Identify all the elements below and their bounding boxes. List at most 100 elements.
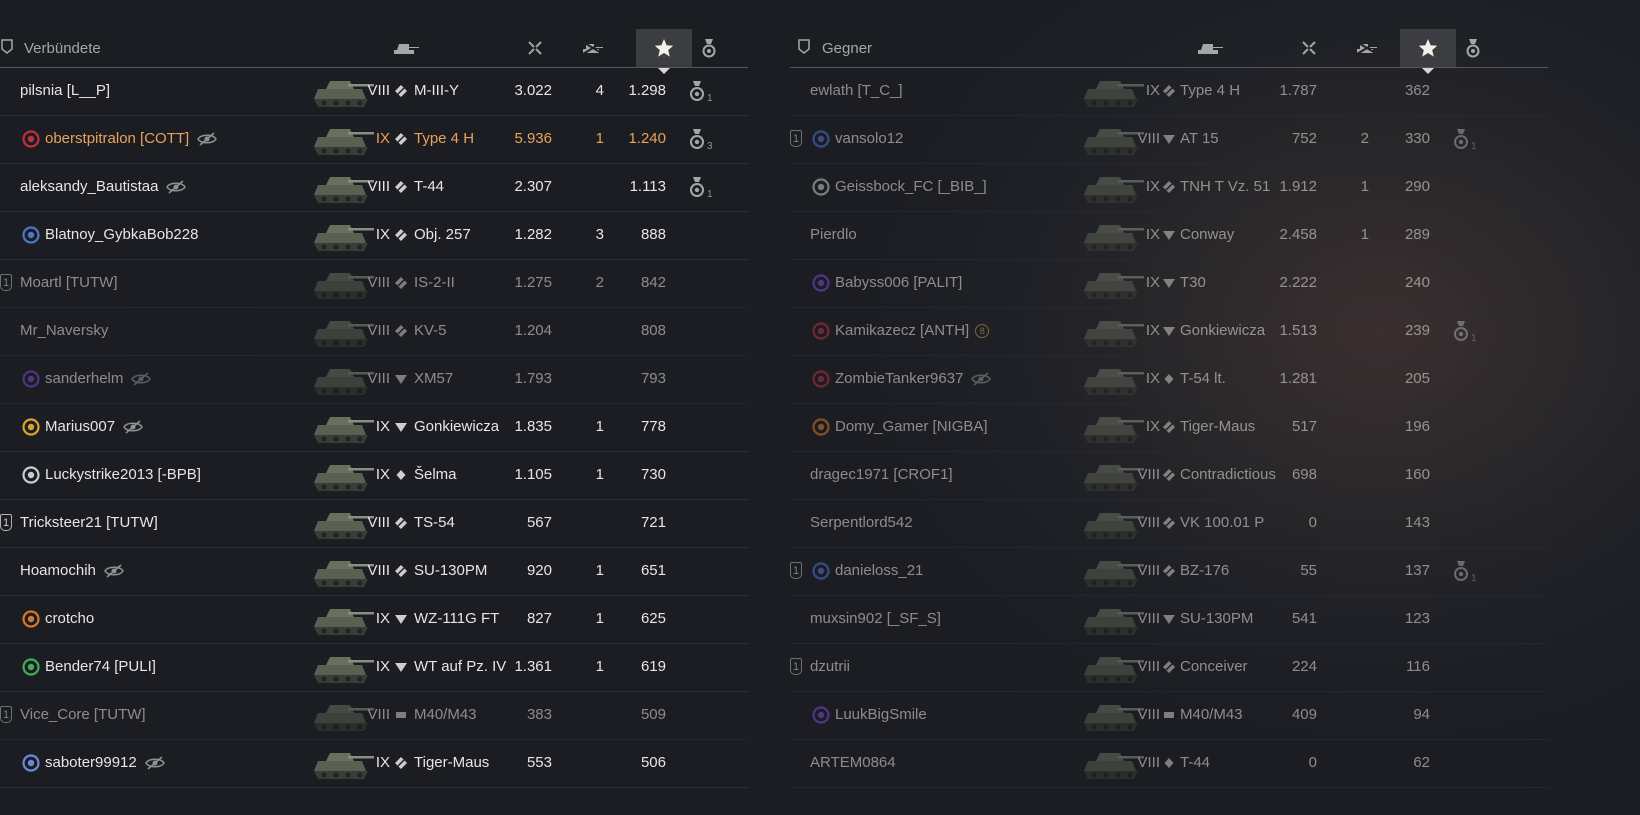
- table-row[interactable]: crotcho IX WZ-111G FT 827 1 625: [0, 596, 748, 644]
- table-row[interactable]: Kamikazecz [ANTH] 8 IX Gonkiewicza 1.513 239 1: [790, 308, 1548, 356]
- damage-value: 553: [526, 754, 552, 771]
- kills-value: 3: [595, 226, 604, 243]
- player-name[interactable]: Mr_Naversky: [20, 322, 108, 339]
- vehicle-column-icon[interactable]: [382, 29, 428, 67]
- player-name[interactable]: Tricksteer21 [TUTW]: [20, 514, 158, 531]
- player-name[interactable]: Pierdlo: [810, 226, 857, 243]
- player-name[interactable]: ZombieTanker9637: [835, 370, 992, 387]
- damage-column-icon[interactable]: [1296, 29, 1322, 67]
- table-row[interactable]: saboter99912 IX Tiger-Maus 553 506: [0, 740, 748, 788]
- player-name[interactable]: Babyss006 [PALIT]: [835, 274, 962, 291]
- player-name[interactable]: Serpentlord542: [810, 514, 913, 531]
- player-name[interactable]: sanderhelm: [45, 370, 152, 387]
- table-row[interactable]: ARTEM0864 VIII T-44 0 62: [790, 740, 1548, 788]
- table-row[interactable]: Luckystrike2013 [-BPB] IX Šelma 1.105 1 730: [0, 452, 748, 500]
- table-row[interactable]: Geissbock_FC [_BIB_] IX TNH T Vz. 51 1.912 1…: [790, 164, 1548, 212]
- medal-column-icon[interactable]: [1460, 29, 1486, 67]
- table-row[interactable]: aleksandy_Bautistaa VIII T-44 2.307 1.113 1: [0, 164, 748, 212]
- player-name[interactable]: muxsin902 [_SF_S]: [810, 610, 941, 627]
- xp-value: 62: [1413, 754, 1430, 771]
- table-row[interactable]: ZombieTanker9637 IX T-54 lt. 1.281 205: [790, 356, 1548, 404]
- table-row[interactable]: Pierdlo IX Conway 2.458 1 289: [790, 212, 1548, 260]
- player-name[interactable]: ewlath [T_C_]: [810, 82, 903, 99]
- damage-column-icon[interactable]: [522, 29, 548, 67]
- table-row[interactable]: Blatnoy_GybkaBob228 IX Obj. 257 1.282 3 888: [0, 212, 748, 260]
- td-class-icon: [1163, 231, 1175, 240]
- table-row[interactable]: 1 Tricksteer21 [TUTW] VIII TS-54 567 721: [0, 500, 748, 548]
- vehicle-tier: IX: [375, 418, 390, 435]
- player-name[interactable]: Blatnoy_GybkaBob228: [45, 226, 198, 243]
- table-row[interactable]: 1 dzutrii VIII Conceiver 224 116: [790, 644, 1548, 692]
- hidden-eye-icon: [166, 179, 187, 194]
- table-row[interactable]: Babyss006 [PALIT] IX T30 2.222 240: [790, 260, 1548, 308]
- kills-column-icon[interactable]: [1350, 29, 1384, 67]
- player-name[interactable]: saboter99912: [45, 754, 165, 771]
- purple-clan-icon: [812, 274, 830, 292]
- kills-column-icon[interactable]: [576, 29, 610, 67]
- player-name[interactable]: Luckystrike2013 [-BPB]: [45, 466, 201, 483]
- purple-clan-icon: [22, 370, 40, 388]
- light-class-icon: [396, 470, 406, 480]
- orange-clan-icon: [812, 418, 830, 436]
- table-row[interactable]: Hoamochih VIII SU-130PM 920 1 651: [0, 548, 748, 596]
- vehicle-column-icon[interactable]: [1186, 29, 1232, 67]
- table-row[interactable]: 1 Moartl [TUTW] VIII IS-2-II 1.275 2 842: [0, 260, 748, 308]
- table-row[interactable]: Serpentlord542 VIII VK 100.01 P 0 143: [790, 500, 1548, 548]
- vehicle-tier: VIII: [1137, 562, 1160, 579]
- kills-value: 1: [1360, 178, 1369, 195]
- damage-value: 567: [526, 514, 552, 531]
- table-row[interactable]: oberstpitralon [COTT] IX Type 4 H 5.936 1 1.2…: [0, 116, 748, 164]
- heavy-class-icon: [395, 85, 407, 97]
- vehicle-tier: VIII: [367, 706, 390, 723]
- table-row[interactable]: 1 Vice_Core [TUTW] VIII M40/M43 383 509: [0, 692, 748, 740]
- player-name[interactable]: Geissbock_FC [_BIB_]: [835, 178, 987, 195]
- medal-column-icon[interactable]: [696, 29, 722, 67]
- table-row[interactable]: Domy_Gamer [NIGBA] IX Tiger-Maus 517 196: [790, 404, 1548, 452]
- vehicle-tier: IX: [1145, 178, 1160, 195]
- blue-clan-icon: [22, 226, 40, 244]
- heavy-class-icon: [395, 181, 407, 193]
- white-clan-icon: [812, 178, 830, 196]
- vehicle-tier: IX: [375, 754, 390, 771]
- table-row[interactable]: Marius007 IX Gonkiewicza 1.835 1 778: [0, 404, 748, 452]
- table-row[interactable]: 1 danieloss_21 VIII BZ-176 55 137 1: [790, 548, 1548, 596]
- table-row[interactable]: 1 vansolo12 VIII AT 15 752 2 330 1: [790, 116, 1548, 164]
- damage-value: 1.835: [514, 418, 552, 435]
- player-name[interactable]: vansolo12: [835, 130, 903, 147]
- player-name[interactable]: Hoamochih: [20, 562, 124, 579]
- table-row[interactable]: dragec1971 [CROF1] VIII Contradictious 698 1…: [790, 452, 1548, 500]
- player-name[interactable]: oberstpitralon [COTT]: [45, 130, 218, 147]
- player-name[interactable]: danieloss_21: [835, 562, 923, 579]
- vehicle-tier: IX: [1145, 82, 1160, 99]
- vehicle-name: T-54 lt.: [1180, 370, 1226, 387]
- player-name[interactable]: LuukBigSmile: [835, 706, 927, 723]
- player-name[interactable]: Bender74 [PULI]: [45, 658, 156, 675]
- player-name[interactable]: dragec1971 [CROF1]: [810, 466, 953, 483]
- table-row[interactable]: muxsin902 [_SF_S] VIII SU-130PM 541 123: [790, 596, 1548, 644]
- xp-column-star-icon[interactable]: [636, 29, 692, 74]
- player-name[interactable]: Vice_Core [TUTW]: [20, 706, 146, 723]
- xp-value: 1.298: [628, 82, 666, 99]
- table-row[interactable]: pilsnia [L__P] VIII M-III-Y 3.022 4 1.298 1: [0, 68, 748, 116]
- player-name[interactable]: Marius007: [45, 418, 143, 435]
- table-row[interactable]: Bender74 [PULI] IX WT auf Pz. IV 1.361 1 619: [0, 644, 748, 692]
- table-row[interactable]: ewlath [T_C_] IX Type 4 H 1.787 362: [790, 68, 1548, 116]
- medal-count: 1: [1471, 333, 1477, 344]
- table-row[interactable]: Mr_Naversky VIII KV-5 1.204 808: [0, 308, 748, 356]
- table-row[interactable]: sanderhelm VIII XM57 1.793 793: [0, 356, 748, 404]
- player-name[interactable]: Domy_Gamer [NIGBA]: [835, 418, 988, 435]
- player-name[interactable]: aleksandy_Bautistaa: [20, 178, 187, 195]
- xp-column-star-icon[interactable]: [1400, 29, 1456, 74]
- player-name[interactable]: crotcho: [45, 610, 94, 627]
- damage-value: 1.793: [514, 370, 552, 387]
- medal-count: 3: [707, 141, 713, 152]
- player-name[interactable]: pilsnia [L__P]: [20, 82, 110, 99]
- player-name[interactable]: Kamikazecz [ANTH] 8: [835, 322, 990, 339]
- player-name[interactable]: ARTEM0864: [810, 754, 896, 771]
- table-row[interactable]: LuukBigSmile VIII M40/M43 409 94: [790, 692, 1548, 740]
- player-name[interactable]: dzutrii: [810, 658, 850, 675]
- player-name-text: Geissbock_FC [_BIB_]: [835, 178, 987, 195]
- player-name-text: saboter99912: [45, 754, 137, 771]
- vehicle-name: IS-2-II: [414, 274, 455, 291]
- player-name[interactable]: Moartl [TUTW]: [20, 274, 118, 291]
